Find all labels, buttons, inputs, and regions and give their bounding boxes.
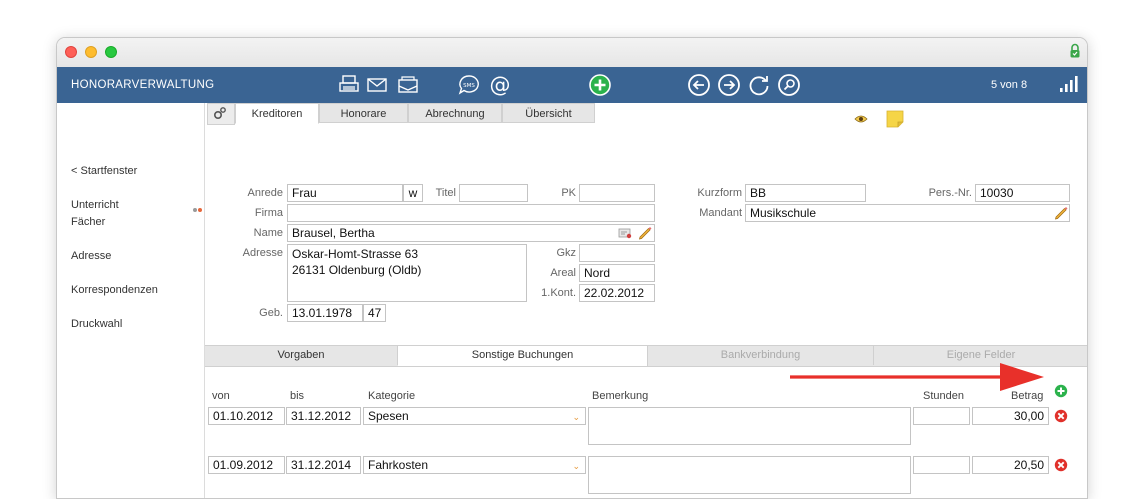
delete-booking-icon[interactable] xyxy=(1054,458,1068,472)
signal-bars-icon[interactable] xyxy=(1059,75,1079,93)
edit-mandant-pencil-icon[interactable] xyxy=(1053,205,1068,220)
sidebar-item-korrespondenzen[interactable]: Korrespondenzen xyxy=(71,284,158,296)
svg-text:SMS: SMS xyxy=(463,83,475,89)
col-bis: bis xyxy=(290,390,305,402)
age-field: 47 xyxy=(363,304,386,322)
geb-field[interactable]: 13.01.1978 xyxy=(287,304,363,322)
forward-icon[interactable] xyxy=(717,73,741,97)
geb-label: Geb. xyxy=(259,307,283,319)
adresse-label: Adresse xyxy=(242,247,283,259)
sidebar-item-adresse[interactable]: Adresse xyxy=(71,250,111,262)
gkz-field[interactable] xyxy=(579,244,655,262)
title-bar xyxy=(57,38,1087,68)
close-window-button[interactable] xyxy=(65,46,77,58)
app-title: HONORARVERWALTUNG xyxy=(71,79,215,91)
gear-icon xyxy=(214,107,226,120)
mail-icon[interactable] xyxy=(365,73,389,97)
sidebar-item-startfenster[interactable]: < Startfenster xyxy=(71,165,137,177)
tab-uebersicht[interactable]: Übersicht xyxy=(502,103,595,123)
delete-booking-icon[interactable] xyxy=(1054,409,1068,423)
annotation-arrow-icon xyxy=(790,363,1044,391)
kont-field[interactable]: 22.02.2012 xyxy=(579,284,655,302)
persnr-field[interactable]: 10030 xyxy=(975,184,1070,202)
settings-tab[interactable] xyxy=(207,103,235,125)
back-icon[interactable] xyxy=(687,73,711,97)
chevron-down-icon: ⌄ xyxy=(572,461,580,471)
stunden-field[interactable] xyxy=(913,456,970,474)
sidebar-item-druckwahl[interactable]: Druckwahl xyxy=(71,318,122,330)
pk-field[interactable] xyxy=(579,184,655,202)
tab-abrechnung[interactable]: Abrechnung xyxy=(408,103,502,123)
areal-label: Areal xyxy=(550,267,576,279)
von-field[interactable]: 01.10.2012 xyxy=(208,407,285,425)
col-kategorie: Kategorie xyxy=(368,390,416,402)
sidebar-item-faecher[interactable]: Fächer xyxy=(71,216,105,228)
tab-kreditoren[interactable]: Kreditoren xyxy=(235,103,319,124)
firma-field[interactable] xyxy=(287,204,655,222)
edit-name-pencil-icon[interactable] xyxy=(637,225,652,240)
sidebar-indicator-dots xyxy=(193,203,203,215)
kategorie-value: Spesen xyxy=(368,409,409,423)
anrede-label: Anrede xyxy=(247,187,283,199)
svg-text:@: @ xyxy=(490,73,511,97)
persnr-label: Pers.-Nr. xyxy=(928,187,972,199)
subtab-vorgaben[interactable]: Vorgaben xyxy=(205,346,398,365)
kategorie-value: Fahrkosten xyxy=(368,458,429,472)
kategorie-select[interactable]: Spesen ⌄ xyxy=(363,407,586,425)
adresse-line-2: 26131 Oldenburg (Oldb) xyxy=(292,263,422,277)
sidebar-item-unterricht[interactable]: Unterricht xyxy=(71,199,119,211)
lock-icon xyxy=(1070,43,1080,58)
betrag-field[interactable]: 30,00 xyxy=(972,407,1049,425)
titel-field[interactable] xyxy=(459,184,528,202)
firma-label: Firma xyxy=(254,207,283,219)
sidebar: < Startfenster Unterricht Fächer Adresse… xyxy=(57,103,204,498)
gkz-label: Gkz xyxy=(556,247,576,259)
kurzform-label: Kurzform xyxy=(697,187,742,199)
app-window: HONORARVERWALTUNG SMS @ 5 von 8 < Startf… xyxy=(56,37,1088,499)
card-icon[interactable] xyxy=(618,227,632,239)
main-content: Kreditoren Honorare Abrechnung Übersicht… xyxy=(204,103,1087,498)
gender-field[interactable]: w xyxy=(403,184,423,202)
print-icon[interactable] xyxy=(337,73,361,97)
col-bemerkung: Bemerkung xyxy=(592,390,649,402)
mandant-label: Mandant xyxy=(699,207,742,219)
record-counter: 5 von 8 xyxy=(991,79,1028,91)
eye-icon[interactable] xyxy=(854,114,868,124)
adresse-line-1: Oskar-Homt-Strasse 63 xyxy=(292,247,419,261)
refresh-icon[interactable] xyxy=(747,73,771,97)
bemerkung-field[interactable] xyxy=(588,407,911,445)
stunden-field[interactable] xyxy=(913,407,970,425)
tab-honorare[interactable]: Honorare xyxy=(319,103,408,123)
anrede-field[interactable]: Frau xyxy=(287,184,403,202)
mail-open-icon[interactable] xyxy=(396,73,420,97)
minimize-window-button[interactable] xyxy=(85,46,97,58)
main-tabs: Kreditoren Honorare Abrechnung Übersicht xyxy=(205,103,1087,128)
pk-label: PK xyxy=(561,187,576,199)
zoom-window-button[interactable] xyxy=(105,46,117,58)
mandant-field[interactable]: Musikschule xyxy=(745,204,1070,222)
areal-field[interactable]: Nord xyxy=(579,264,655,282)
col-von: von xyxy=(212,390,230,402)
bemerkung-field[interactable] xyxy=(588,456,911,494)
subtab-sonstige-buchungen[interactable]: Sonstige Buchungen xyxy=(398,346,648,366)
kurzform-field[interactable]: BB xyxy=(745,184,866,202)
von-field[interactable]: 01.09.2012 xyxy=(208,456,285,474)
app-header: HONORARVERWALTUNG SMS @ 5 von 8 xyxy=(57,67,1087,103)
titel-label: Titel xyxy=(435,187,456,199)
at-icon[interactable]: @ xyxy=(488,73,512,97)
betrag-field[interactable]: 20,50 xyxy=(972,456,1049,474)
adresse-field[interactable]: Oskar-Homt-Strasse 63 26131 Oldenburg (O… xyxy=(287,244,527,302)
kont-label: 1.Kont. xyxy=(541,287,576,299)
name-label: Name xyxy=(253,227,283,239)
add-booking-icon[interactable] xyxy=(1054,384,1068,398)
name-field[interactable]: Brausel, Bertha xyxy=(287,224,655,242)
chevron-down-icon: ⌄ xyxy=(572,412,580,422)
add-icon[interactable] xyxy=(588,73,612,97)
search-icon[interactable] xyxy=(777,73,801,97)
note-icon[interactable] xyxy=(886,110,904,128)
bis-field[interactable]: 31.12.2014 xyxy=(286,456,361,474)
bis-field[interactable]: 31.12.2012 xyxy=(286,407,361,425)
sms-icon[interactable]: SMS xyxy=(457,73,481,97)
kategorie-select[interactable]: Fahrkosten ⌄ xyxy=(363,456,586,474)
